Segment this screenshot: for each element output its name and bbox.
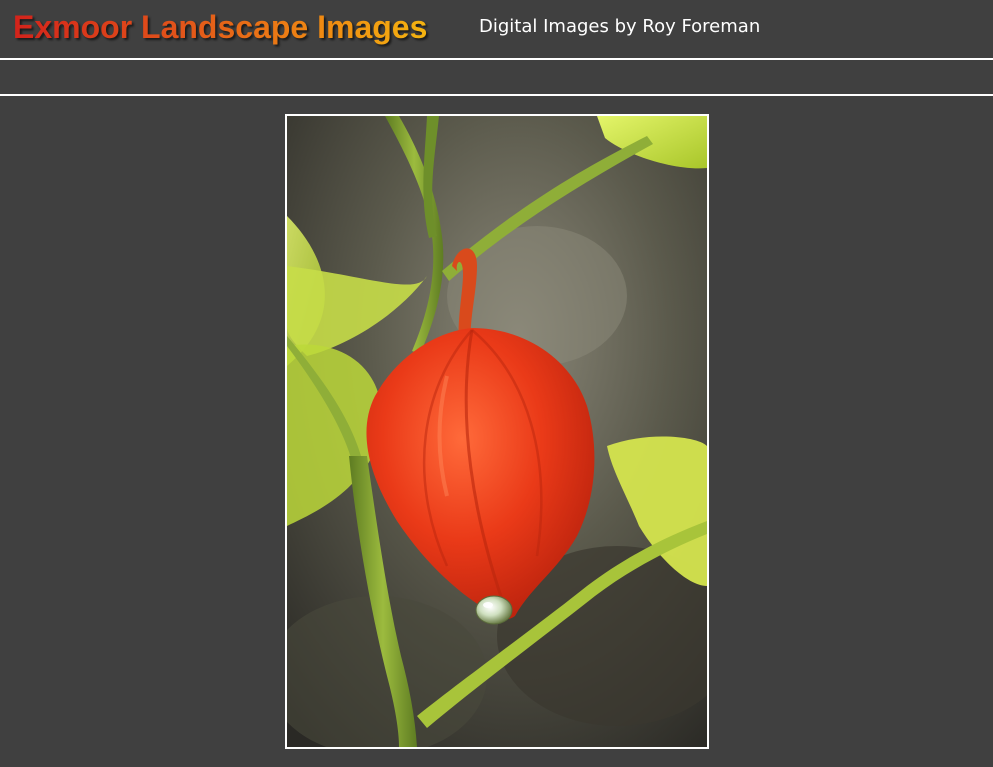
navigation-bar: [0, 60, 993, 94]
featured-photo[interactable]: [285, 114, 709, 749]
page: Exmoor Landscape Images Digital Images b…: [0, 0, 993, 767]
site-subtitle: Digital Images by Roy Foreman: [479, 16, 761, 37]
site-title[interactable]: Exmoor Landscape Images: [13, 8, 427, 46]
site-header: Exmoor Landscape Images Digital Images b…: [0, 0, 993, 59]
lantern-photo-image: [287, 116, 707, 747]
nav-divider: [0, 94, 993, 96]
